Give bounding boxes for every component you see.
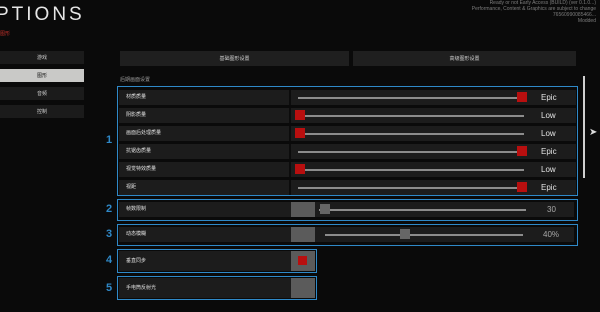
- setting-label: 抗锯齿质量: [126, 148, 152, 154]
- row-divider: [289, 162, 291, 177]
- scrollbar[interactable]: [583, 76, 585, 178]
- nav-item-controls[interactable]: 控制: [0, 105, 84, 118]
- slider-track[interactable]: [325, 234, 523, 236]
- setting-value: Low: [541, 111, 556, 120]
- nav-item-label: 图形: [36, 73, 47, 79]
- page-title: PTIONS: [0, 4, 85, 25]
- slider-hover-area: [291, 202, 315, 217]
- slider-track[interactable]: [298, 97, 524, 99]
- setting-label: 阴影质量: [126, 112, 147, 118]
- group-number: 5: [106, 282, 113, 294]
- setting-row-view-distance[interactable]: 视距 Epic: [119, 180, 576, 195]
- group-number: 1: [106, 134, 113, 146]
- nav-item-audio[interactable]: 音频: [0, 87, 84, 100]
- setting-label: 帧数限制: [126, 206, 147, 212]
- slider-handle[interactable]: [295, 110, 305, 120]
- slider-handle[interactable]: [400, 229, 410, 239]
- setting-label: 视觉特效质量: [126, 166, 157, 172]
- mouse-cursor-icon: ➤: [589, 127, 598, 138]
- slider-handle[interactable]: [517, 182, 527, 192]
- slider-track[interactable]: [319, 209, 526, 211]
- tab-label: 高级图形设置: [449, 56, 480, 62]
- row-background: [119, 251, 315, 271]
- setting-row-frame-limit[interactable]: 帧数限制 30: [119, 202, 574, 217]
- row-divider: [289, 90, 291, 105]
- slider-track[interactable]: [298, 169, 524, 171]
- group-number: 3: [106, 228, 113, 240]
- checkbox-area[interactable]: [291, 278, 315, 298]
- group-number: 2: [106, 203, 113, 215]
- slider-handle[interactable]: [295, 164, 305, 174]
- slider-track[interactable]: [298, 187, 524, 189]
- nav-item-label: 游戏: [36, 55, 47, 61]
- setting-label: 动态模糊: [126, 231, 147, 237]
- section-label: 后期画面设置: [120, 77, 151, 83]
- tab-label: 基础图形设置: [219, 56, 250, 62]
- setting-row-texture-quality[interactable]: 材质质量 Epic: [119, 90, 576, 105]
- slider-handle[interactable]: [320, 204, 330, 214]
- setting-label: 画面后处理质量: [126, 130, 162, 136]
- slider-track[interactable]: [298, 151, 524, 153]
- nav-item-label: 控制: [36, 109, 47, 115]
- slider-handle[interactable]: [517, 92, 527, 102]
- setting-label: 手电筒反射光: [126, 285, 157, 291]
- setting-row-flashlight-reflection[interactable]: 手电筒反射光: [119, 278, 315, 298]
- nav-item-game[interactable]: 游戏: [0, 51, 84, 64]
- slider-handle[interactable]: [517, 146, 527, 156]
- setting-value: 40%: [543, 230, 560, 239]
- setting-value: 30: [547, 205, 556, 214]
- slider-track[interactable]: [298, 115, 524, 117]
- setting-row-effects-quality[interactable]: 视觉特效质量 Low: [119, 162, 576, 177]
- group-number: 4: [106, 254, 113, 266]
- setting-label: 材质质量: [126, 94, 147, 100]
- nav-item-graphics[interactable]: 图形: [0, 69, 84, 82]
- page-subtitle: 图形: [0, 31, 11, 37]
- setting-row-motion-blur[interactable]: 动态模糊 40%: [119, 227, 574, 242]
- slider-hover-area: [291, 227, 315, 242]
- tab-basic-graphics[interactable]: 基础图形设置: [120, 51, 349, 66]
- setting-value: Epic: [541, 147, 557, 156]
- setting-value: Low: [541, 129, 556, 138]
- row-divider: [289, 108, 291, 123]
- row-divider: [289, 144, 291, 159]
- setting-label: 视距: [126, 184, 137, 190]
- slider-track[interactable]: [298, 133, 524, 135]
- setting-value: Epic: [541, 183, 557, 192]
- setting-row-postprocess-quality[interactable]: 画面后处理质量 Low: [119, 126, 576, 141]
- nav-item-label: 音频: [36, 91, 47, 97]
- setting-value: Epic: [541, 93, 557, 102]
- row-divider: [289, 180, 291, 195]
- build-info: Ready or not Early Access (BUILD) (ver 0…: [472, 0, 596, 24]
- vsync-checkbox[interactable]: [298, 256, 307, 265]
- setting-label: 垂直同步: [126, 258, 147, 264]
- setting-value: Low: [541, 165, 556, 174]
- setting-row-shadow-quality[interactable]: 阴影质量 Low: [119, 108, 576, 123]
- tab-advanced-graphics[interactable]: 高级图形设置: [353, 51, 576, 66]
- build-info-line: Modded: [577, 18, 596, 24]
- setting-row-vsync[interactable]: 垂直同步: [119, 251, 315, 271]
- row-divider: [289, 126, 291, 141]
- slider-handle[interactable]: [295, 128, 305, 138]
- setting-row-antialiasing-quality[interactable]: 抗锯齿质量 Epic: [119, 144, 576, 159]
